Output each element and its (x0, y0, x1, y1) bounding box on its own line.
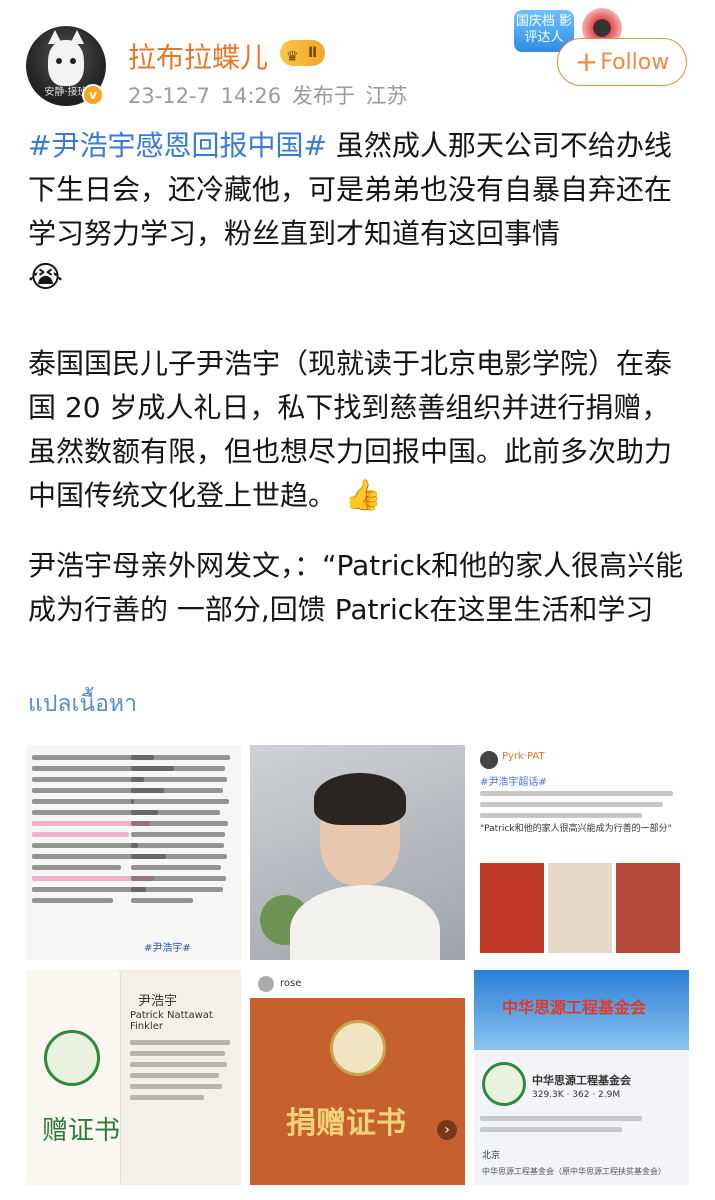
thai-text-lines (131, 755, 235, 909)
screenshot-photo-2 (548, 863, 612, 953)
crown-icon: ♛ (286, 49, 299, 65)
follow-label: Follow (600, 50, 670, 75)
post-paragraph-1: #尹浩宇感恩回报中国# 虽然成人那天公司不给办线下生日会，还冷藏他，可是弟弟也没… (28, 124, 693, 300)
portrait-body-shape (290, 885, 440, 960)
rose-username: rose (280, 978, 302, 989)
profile-info-lines (480, 1116, 683, 1138)
hashtag-link[interactable]: #尹浩宇感恩回报中国# (28, 129, 327, 162)
plus-icon: + (574, 45, 599, 78)
followers-count: 329.3K (532, 1090, 564, 1100)
profile-logo-icon (482, 1062, 526, 1106)
username[interactable]: 拉布拉蝶儿 (128, 36, 268, 76)
following-count: 362 (572, 1090, 590, 1100)
translate-link[interactable]: แปลเนื้อหา (28, 686, 137, 722)
post-paragraph-2: 泰国国民儿子尹浩宇（现就读于北京电影学院）在泰国 20 岁成人礼日，私下找到慈善… (28, 342, 693, 518)
verified-badge-icon: v (82, 84, 104, 106)
profile-footer: 中华思源工程基金会（原中华思源工程扶贫基金会） (482, 1167, 666, 1176)
avatar-eye (56, 58, 62, 64)
level-text: Ⅱ (308, 45, 318, 61)
certificate-name: 尹浩宇 (138, 994, 178, 1009)
screenshot-photo-1 (480, 863, 544, 953)
screenshot-user: Pyrk·PAT (502, 751, 545, 762)
image-tile-portrait[interactable] (250, 745, 465, 960)
certificate-text-lines (130, 1040, 235, 1106)
image-tile-document[interactable]: #尹浩宇# (26, 745, 241, 960)
gold-seal-icon (330, 1020, 386, 1076)
profile-stats: 329.3K · 362 · 2.9M (532, 1090, 621, 1100)
rose-avatar (258, 976, 274, 992)
avatar-cat-icon (48, 30, 84, 86)
avatar-eye (70, 58, 76, 64)
document-caption: #尹浩宇# (144, 943, 191, 954)
screenshot-quote: "Patrick和他的家人很高兴能成为行善的一部分" (480, 824, 672, 834)
profile-name: 中华思源工程基金会 (532, 1074, 631, 1087)
follow-button[interactable]: +Follow (557, 38, 687, 86)
post-date: 23-12-7 14:26 (128, 84, 282, 108)
profile-banner-title: 中华思源工程基金会 (502, 998, 647, 1017)
carousel-next-icon[interactable]: › (437, 1120, 457, 1140)
image-tile-weibo-screenshot[interactable]: Pyrk·PAT #尹浩宇超话# "Patrick和他的家人很高兴能成为行善的一… (474, 745, 689, 960)
interaction-count: 2.9M (598, 1090, 621, 1100)
certificate-title: 赠证书 (42, 1116, 121, 1146)
screenshot-photo-3 (616, 863, 680, 953)
screenshot-hashtag: #尹浩宇超话# (480, 777, 547, 788)
profile-location: 北京 (482, 1151, 501, 1161)
image-tile-foundation-profile[interactable]: 中华思源工程基金会 中华思源工程基金会 329.3K · 362 · 2.9M … (474, 970, 689, 1185)
post-meta: 23-12-7 14:26 发布于 江苏 (128, 80, 408, 110)
paragraph-3-text: 尹浩宇母亲外网发文，：“Patrick和他的家人很高兴能成为行善的 一部分,回馈… (28, 549, 684, 626)
post-location: 发布于 江苏 (291, 84, 408, 108)
image-tile-red-certificate[interactable]: rose 捐赠证书 › (250, 970, 465, 1185)
image-tile-certificate[interactable]: 赠证书 尹浩宇 Patrick Nattawat Finkler (26, 970, 241, 1185)
level-badge[interactable]: ♛ Ⅱ (280, 40, 326, 66)
crying-emoji-icon: 😭 (28, 260, 64, 295)
screenshot-avatar (480, 751, 498, 769)
post-paragraph-3: 尹浩宇母亲外网发文，：“Patrick和他的家人很高兴能成为行善的 一部分,回馈… (28, 544, 693, 632)
portrait-hair-shape (314, 773, 406, 825)
donation-certificate-title: 捐赠证书 (286, 1106, 406, 1141)
foundation-seal-icon (44, 1030, 100, 1086)
thumbs-up-emoji-icon: 👍 (344, 478, 383, 513)
certificate-name-en: Patrick Nattawat Finkler (130, 1010, 213, 1032)
screenshot-text-lines (480, 791, 683, 824)
